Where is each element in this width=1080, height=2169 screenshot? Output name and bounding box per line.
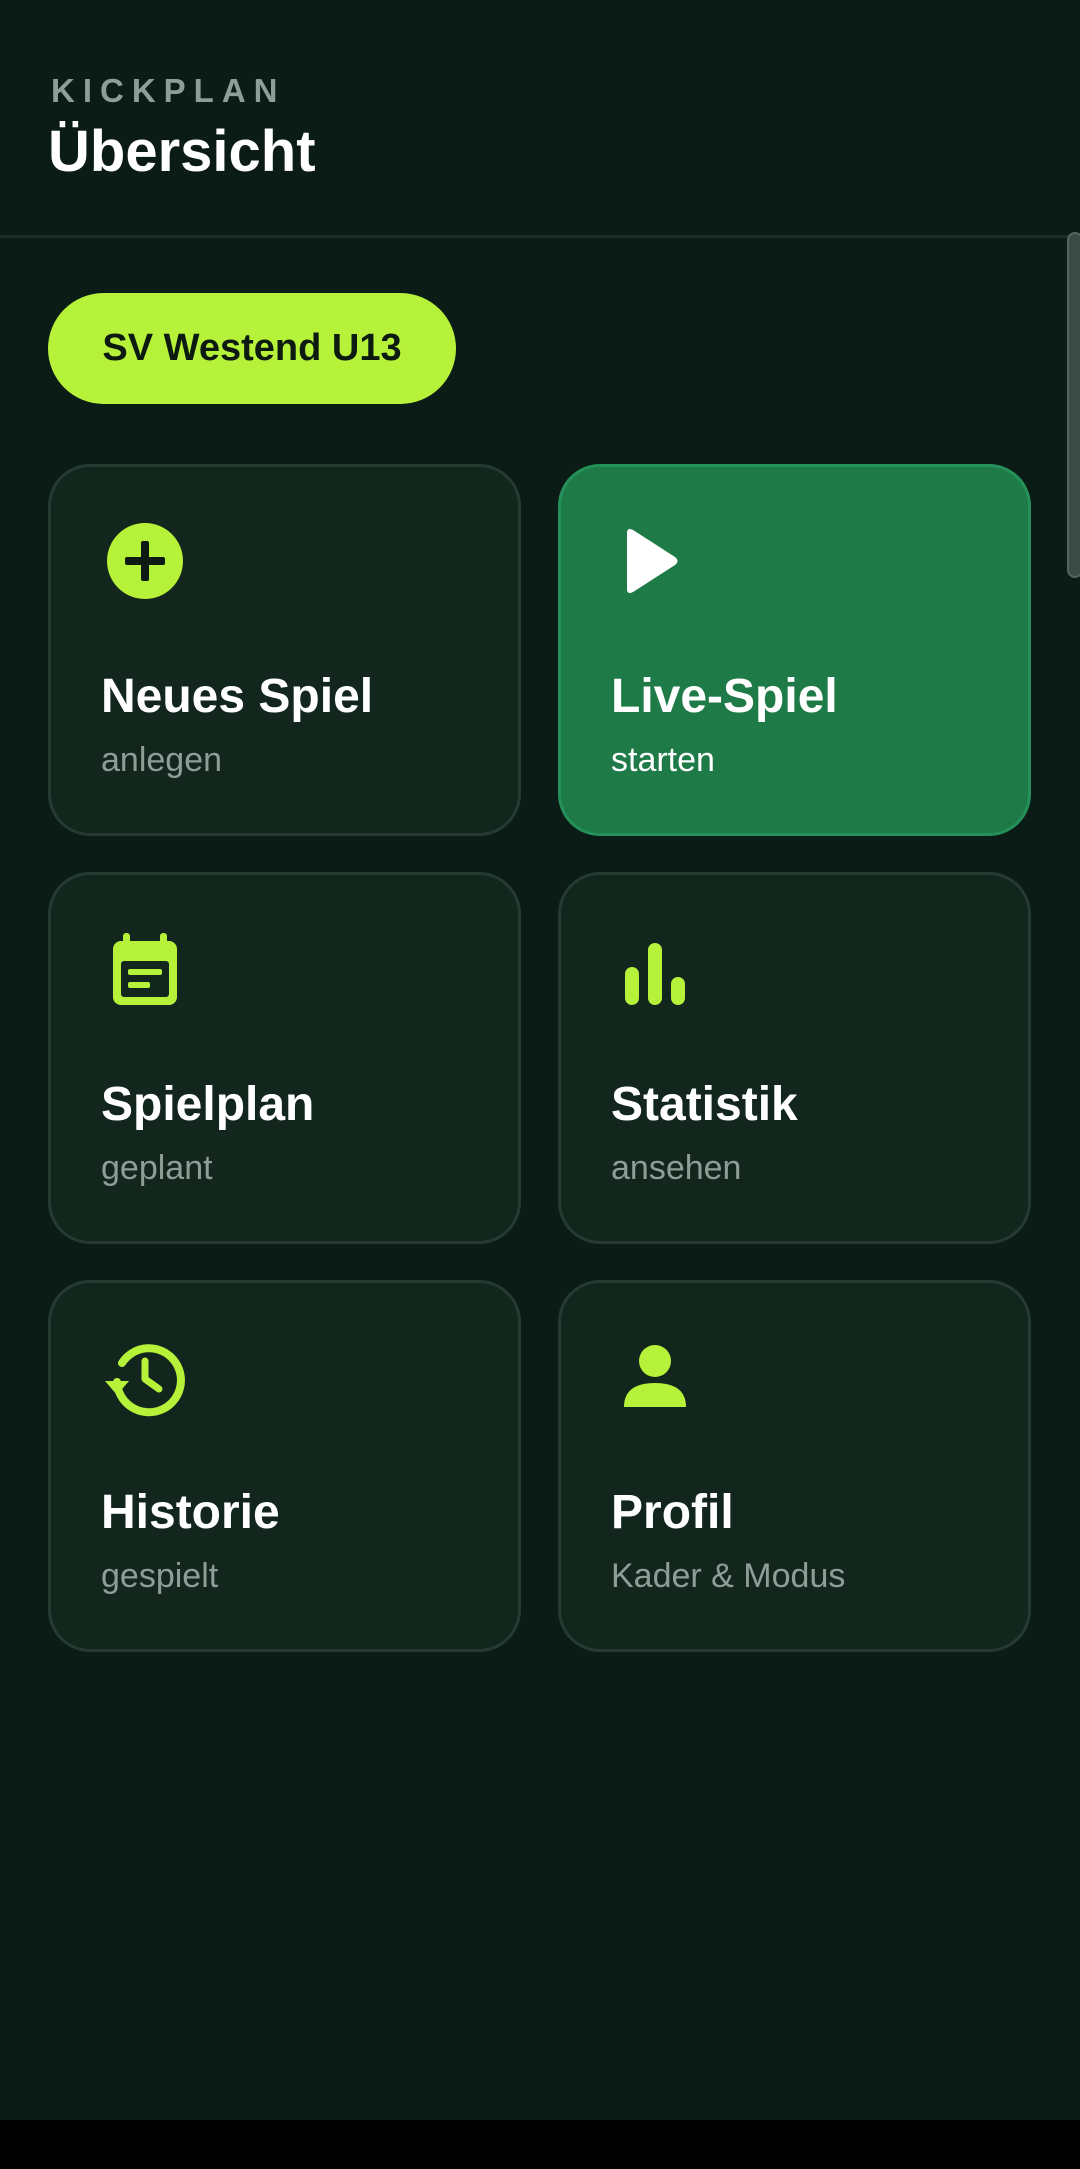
- calendar-icon: [105, 929, 185, 1009]
- app-header: KICKPLAN Übersicht: [0, 0, 1080, 238]
- person-icon: [615, 1337, 695, 1417]
- card-title: Spielplan: [101, 1078, 315, 1131]
- history-icon: [105, 1337, 185, 1417]
- card-title: Live-Spiel: [611, 670, 838, 723]
- system-navigation-bar: [0, 2120, 1080, 2169]
- team-selector-chip[interactable]: SV Westend U13: [48, 293, 456, 404]
- home-screen: KICKPLAN Übersicht SV Westend U13 Neues …: [0, 0, 1080, 2169]
- card-subtitle: anlegen: [101, 741, 223, 779]
- profile-card[interactable]: Profil Kader & Modus: [558, 1280, 1031, 1652]
- card-title: Profil: [611, 1486, 734, 1539]
- new-game-card[interactable]: Neues Spiel anlegen: [48, 464, 521, 836]
- card-title: Historie: [101, 1486, 280, 1539]
- card-subtitle: Kader & Modus: [611, 1557, 846, 1595]
- card-title: Statistik: [611, 1078, 798, 1131]
- app-brand: KICKPLAN: [51, 72, 286, 109]
- live-game-card[interactable]: Live-Spiel starten: [558, 464, 1031, 836]
- bar-chart-icon: [615, 929, 695, 1009]
- page-title: Übersicht: [48, 119, 316, 184]
- plus-circle-icon: [105, 521, 185, 601]
- schedule-card[interactable]: Spielplan geplant: [48, 872, 521, 1244]
- statistics-card[interactable]: Statistik ansehen: [558, 872, 1031, 1244]
- card-title: Neues Spiel: [101, 670, 374, 723]
- card-subtitle: geplant: [101, 1149, 213, 1187]
- scrollbar[interactable]: [1067, 232, 1080, 578]
- card-subtitle: ansehen: [611, 1149, 742, 1187]
- history-card[interactable]: Historie gespielt: [48, 1280, 521, 1652]
- play-icon: [615, 521, 695, 601]
- card-subtitle: starten: [611, 741, 715, 779]
- card-subtitle: gespielt: [101, 1557, 219, 1595]
